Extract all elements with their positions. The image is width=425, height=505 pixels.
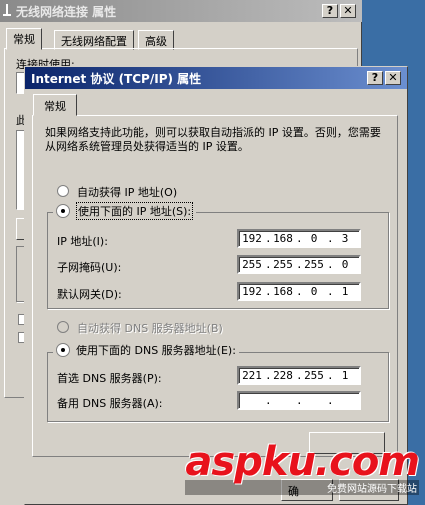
manual-dns-group	[47, 352, 389, 422]
manual-ip-legend: 使用下面的 IP 地址(S):	[53, 202, 197, 220]
manual-dns-radio[interactable]	[56, 343, 70, 357]
mask-octet-3[interactable]: 255	[301, 258, 327, 271]
dialog-titlebar: Internet 协议 (TCP/IP) 属性 ? ✕	[25, 67, 407, 89]
ip-octet-4[interactable]: 3	[332, 232, 358, 245]
dns1-octet-4[interactable]: 1	[332, 369, 358, 382]
alternate-dns-input[interactable]: . . .	[237, 391, 361, 410]
ip-dot: .	[265, 394, 272, 407]
gw-octet-1[interactable]: 192	[239, 285, 265, 298]
ip-dot: .	[296, 394, 303, 407]
help-button[interactable]: ?	[367, 71, 383, 85]
auto-ip-label[interactable]: 自动获得 IP 地址(O)	[77, 184, 177, 200]
back-window-title: 无线网络连接 属性	[16, 4, 117, 19]
back-titlebar: 无线网络连接 属性 ? ✕	[0, 0, 362, 22]
ip-octet-1[interactable]: 192	[239, 232, 265, 245]
back-tab-general[interactable]: 常规	[6, 28, 42, 50]
back-tab-advanced[interactable]: 高级	[138, 30, 174, 50]
mask-octet-2[interactable]: 255	[270, 258, 296, 271]
close-button[interactable]: ✕	[385, 71, 401, 85]
radio-dot	[61, 348, 65, 352]
mask-octet-1[interactable]: 255	[239, 258, 265, 271]
gw-octet-3[interactable]: 0	[301, 285, 327, 298]
dialog-title: Internet 协议 (TCP/IP) 属性	[31, 71, 202, 86]
auto-dns-label[interactable]: 自动获得 DNS 服务器地址(B)	[77, 320, 223, 336]
tab-general[interactable]: 常规	[33, 94, 77, 116]
general-tab-panel: 如果网络支持此功能，则可以获取自动指派的 IP 设置。否则，您需要从网络系统管理…	[32, 115, 398, 457]
subnet-mask-input[interactable]: 255. 255. 255. 0	[237, 255, 361, 274]
dns1-octet-3[interactable]: 255	[301, 369, 327, 382]
manual-ip-label[interactable]: 使用下面的 IP 地址(S):	[76, 202, 194, 220]
radio-dot	[61, 209, 65, 213]
dns1-octet-2[interactable]: 228	[270, 369, 296, 382]
ip-address-label: IP 地址(I):	[57, 235, 108, 248]
subnet-mask-label: 子网掩码(U):	[57, 261, 122, 274]
back-close-button[interactable]: ✕	[340, 4, 356, 18]
dns1-octet-1[interactable]: 221	[239, 369, 265, 382]
ip-address-input[interactable]: 192. 168. 0. 3	[237, 229, 361, 248]
ip-octet-3[interactable]: 0	[301, 232, 327, 245]
gw-octet-4[interactable]: 1	[332, 285, 358, 298]
ip-octet-2[interactable]: 168	[270, 232, 296, 245]
primary-dns-label: 首选 DNS 服务器(P):	[57, 372, 162, 385]
intro-text: 如果网络支持此功能，则可以获取自动指派的 IP 设置。否则，您需要从网络系统管理…	[45, 126, 381, 153]
auto-ip-radio[interactable]	[57, 185, 69, 197]
mask-octet-4[interactable]: 0	[332, 258, 358, 271]
watermark-main: aspku.com	[185, 439, 420, 485]
primary-dns-input[interactable]: 221. 228. 255. 1	[237, 366, 361, 385]
back-tab-wireless[interactable]: 无线网络配置	[54, 30, 134, 50]
manual-dns-legend: 使用下面的 DNS 服务器地址(E):	[53, 341, 239, 359]
gw-octet-2[interactable]: 168	[270, 285, 296, 298]
gateway-label: 默认网关(D):	[57, 288, 122, 301]
manual-ip-radio[interactable]	[56, 204, 70, 218]
ip-dot: .	[327, 394, 334, 407]
manual-dns-label[interactable]: 使用下面的 DNS 服务器地址(E):	[76, 342, 236, 358]
watermark-logo: aspku.com 免费网站源码下载站	[185, 439, 420, 495]
connection-icon	[2, 4, 12, 16]
gateway-input[interactable]: 192. 168. 0. 1	[237, 282, 361, 301]
auto-dns-radio[interactable]	[57, 321, 69, 333]
alternate-dns-label: 备用 DNS 服务器(A):	[57, 397, 163, 410]
back-help-button[interactable]: ?	[322, 4, 338, 18]
